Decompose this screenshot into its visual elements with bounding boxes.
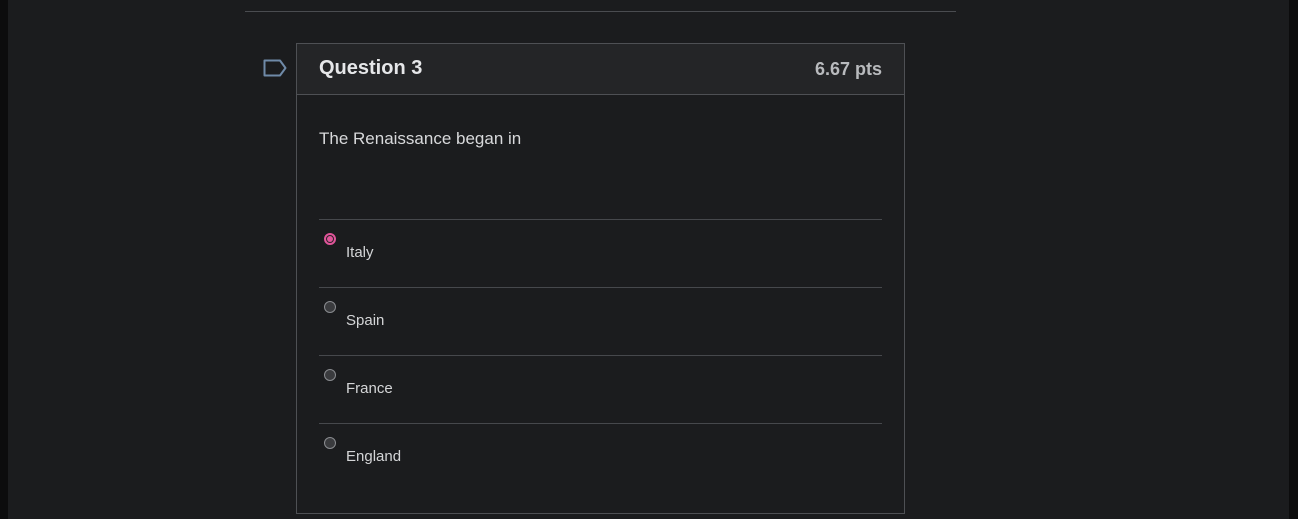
radio-button[interactable] — [324, 301, 336, 313]
answer-label: Italy — [346, 244, 374, 261]
flag-outline-icon — [263, 59, 287, 77]
right-edge-strip — [1289, 0, 1298, 519]
answer-label: France — [346, 380, 393, 397]
answer-option-spain[interactable]: Spain — [319, 287, 882, 355]
answer-option-italy[interactable]: Italy — [319, 219, 882, 287]
answer-label: England — [346, 448, 402, 465]
radio-button[interactable] — [324, 437, 336, 449]
question-card: Question 3 6.67 pts The Renaissance bega… — [296, 43, 905, 514]
radio-button-selected[interactable] — [324, 233, 336, 245]
question-title: Question 3 — [319, 57, 423, 79]
answer-option-england[interactable]: England — [319, 423, 882, 491]
question-points: 6.67 pts — [814, 59, 882, 79]
radio-button[interactable] — [324, 369, 336, 381]
flag-question-icon[interactable] — [263, 59, 287, 77]
question-header: Question 3 6.67 pts — [297, 44, 904, 95]
question-prompt: The Renaissance began in — [319, 129, 522, 148]
left-edge-strip — [0, 0, 8, 519]
answer-label: Spain — [346, 312, 385, 329]
answer-option-france[interactable]: France — [319, 355, 882, 423]
top-divider — [245, 11, 956, 12]
